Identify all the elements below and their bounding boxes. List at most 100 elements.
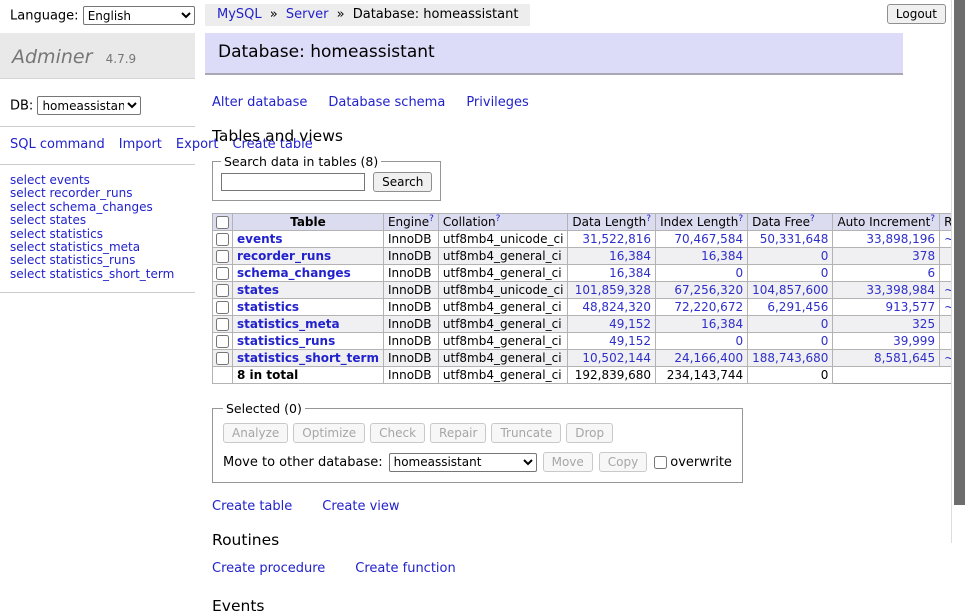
cell-data-length[interactable]: 10,502,144 bbox=[568, 350, 656, 367]
search-input[interactable] bbox=[221, 173, 365, 191]
sidebar-item-select-statistics[interactable]: select statistics bbox=[10, 228, 195, 241]
cell-data-free[interactable]: 0 bbox=[748, 333, 833, 350]
table-link-statistics-runs[interactable]: statistics_runs bbox=[237, 334, 335, 348]
cell-data-free[interactable]: 104,857,600 bbox=[748, 282, 833, 299]
row-checkbox-events[interactable] bbox=[216, 233, 229, 246]
cell-engine: InnoDB bbox=[383, 265, 438, 282]
help-link-data-free[interactable]: ? bbox=[810, 214, 815, 224]
sidebar-item-select-statistics-meta[interactable]: select statistics_meta bbox=[10, 241, 195, 254]
table-link-statistics-meta[interactable]: statistics_meta bbox=[237, 317, 340, 331]
cell-index-length[interactable]: 67,256,320 bbox=[656, 282, 748, 299]
cell-data-length[interactable]: 48,824,320 bbox=[568, 299, 656, 316]
cell-collation: utf8mb4_unicode_ci bbox=[438, 231, 568, 248]
cell-data-length[interactable]: 16,384 bbox=[568, 265, 656, 282]
table-link-recorder-runs[interactable]: recorder_runs bbox=[237, 249, 331, 263]
sidebar-action-import[interactable]: Import bbox=[119, 137, 162, 152]
main-content: MySQL » Server » Database: homeassistant… bbox=[195, 0, 951, 615]
cell-data-length[interactable]: 16,384 bbox=[568, 248, 656, 265]
sidebar-action-sql-command[interactable]: SQL command bbox=[10, 137, 105, 152]
row-checkbox-schema-changes[interactable] bbox=[216, 267, 229, 280]
events-heading: Events bbox=[212, 597, 951, 615]
cell-data-free[interactable]: 0 bbox=[748, 248, 833, 265]
cell-index-length[interactable]: 16,384 bbox=[656, 248, 748, 265]
row-checkbox-recorder-runs[interactable] bbox=[216, 250, 229, 263]
cell-auto-increment[interactable]: 8,581,645 bbox=[833, 350, 940, 367]
table-link-states[interactable]: states bbox=[237, 283, 279, 297]
cell-data-length[interactable]: 31,522,816 bbox=[568, 231, 656, 248]
help-link-index-length[interactable]: ? bbox=[738, 214, 743, 224]
table-row-statistics-runs: statistics_runsInnoDButf8mb4_general_ci4… bbox=[213, 333, 966, 350]
routines-links-row: Create procedure Create function bbox=[212, 561, 951, 576]
cell-collation: utf8mb4_general_ci bbox=[438, 248, 568, 265]
cell-auto-increment[interactable]: 33,898,196 bbox=[833, 231, 940, 248]
cell-index-length[interactable]: 72,220,672 bbox=[656, 299, 748, 316]
row-checkbox-statistics-meta[interactable] bbox=[216, 318, 229, 331]
sidebar-table-links: select eventsselect recorder_runsselect … bbox=[10, 174, 195, 281]
cell-data-free[interactable]: 0 bbox=[748, 316, 833, 333]
cell-index-length[interactable]: 24,166,400 bbox=[656, 350, 748, 367]
cell-index-length[interactable]: 70,467,584 bbox=[656, 231, 748, 248]
row-checkbox-states[interactable] bbox=[216, 284, 229, 297]
help-link-data-length[interactable]: ? bbox=[646, 214, 651, 224]
toolbar-link-database-schema[interactable]: Database schema bbox=[328, 95, 445, 110]
table-link-events[interactable]: events bbox=[237, 232, 283, 246]
row-checkbox-statistics[interactable] bbox=[216, 301, 229, 314]
row-checkbox-statistics-short-term[interactable] bbox=[216, 352, 229, 365]
sidebar-item-select-statistics-short-term[interactable]: select statistics_short_term bbox=[10, 268, 195, 281]
cell-index-length[interactable]: 0 bbox=[656, 333, 748, 350]
language-select[interactable]: English bbox=[83, 6, 195, 25]
logout-button[interactable]: Logout bbox=[887, 4, 946, 24]
row-checkbox-statistics-runs[interactable] bbox=[216, 335, 229, 348]
breadcrumb-item-server[interactable]: Server bbox=[286, 7, 329, 22]
breadcrumb-item-mysql[interactable]: MySQL bbox=[217, 7, 262, 22]
action-button-check: Check bbox=[370, 423, 425, 443]
db-select[interactable]: homeassistant bbox=[37, 96, 141, 115]
scrollbar-thumb[interactable] bbox=[954, 0, 965, 505]
sidebar-item-select-states[interactable]: select states bbox=[10, 214, 195, 227]
column-header-data-length: Data Length? bbox=[568, 214, 656, 231]
vertical-scrollbar[interactable] bbox=[951, 0, 966, 543]
toolbar-links: Alter database Database schema Privileges bbox=[212, 95, 951, 110]
column-header-collation: Collation? bbox=[438, 214, 568, 231]
cell-data-length[interactable]: 101,859,328 bbox=[568, 282, 656, 299]
table-link-schema-changes[interactable]: schema_changes bbox=[237, 266, 351, 280]
cell-data-free[interactable]: 6,291,456 bbox=[748, 299, 833, 316]
app-header: Adminer 4.7.9 bbox=[0, 33, 195, 79]
link-create-procedure[interactable]: Create procedure bbox=[212, 561, 325, 576]
sidebar-item-select-statistics-runs[interactable]: select statistics_runs bbox=[10, 254, 195, 267]
move-db-select[interactable]: homeassistant bbox=[389, 453, 537, 472]
header-checkbox-cell bbox=[213, 214, 233, 231]
sidebar-item-select-recorder-runs[interactable]: select recorder_runs bbox=[10, 187, 195, 200]
sidebar-item-select-events[interactable]: select events bbox=[10, 174, 195, 187]
link-create-table[interactable]: Create table bbox=[212, 499, 292, 514]
cell-index-length[interactable]: 16,384 bbox=[656, 316, 748, 333]
toolbar-link-alter-database[interactable]: Alter database bbox=[212, 95, 307, 110]
table-link-statistics[interactable]: statistics bbox=[237, 300, 299, 314]
cell-data-length[interactable]: 49,152 bbox=[568, 316, 656, 333]
cell-auto-increment[interactable]: 325 bbox=[833, 316, 940, 333]
cell-index-length[interactable]: 0 bbox=[656, 265, 748, 282]
help-link-collation[interactable]: ? bbox=[496, 214, 501, 224]
link-create-view[interactable]: Create view bbox=[322, 499, 399, 514]
cell-auto-increment[interactable]: 33,398,984 bbox=[833, 282, 940, 299]
cell-data-free[interactable]: 188,743,680 bbox=[748, 350, 833, 367]
select-all-checkbox[interactable] bbox=[216, 216, 229, 229]
overwrite-checkbox[interactable] bbox=[654, 456, 667, 469]
toolbar-link-privileges[interactable]: Privileges bbox=[466, 95, 529, 110]
link-create-function[interactable]: Create function bbox=[355, 561, 455, 576]
selected-fieldset: Selected (0) AnalyzeOptimizeCheckRepairT… bbox=[212, 401, 743, 483]
cell-collation: utf8mb4_general_ci bbox=[438, 299, 568, 316]
cell-data-free[interactable]: 0 bbox=[748, 265, 833, 282]
table-link-statistics-short-term[interactable]: statistics_short_term bbox=[237, 351, 379, 365]
selected-buttons-row: AnalyzeOptimizeCheckRepairTruncateDrop bbox=[223, 423, 732, 443]
cell-auto-increment[interactable]: 6 bbox=[833, 265, 940, 282]
cell-auto-increment[interactable]: 39,999 bbox=[833, 333, 940, 350]
sidebar-item-select-schema-changes[interactable]: select schema_changes bbox=[10, 201, 195, 214]
search-button[interactable]: Search bbox=[373, 172, 432, 192]
help-link-engine[interactable]: ? bbox=[429, 214, 434, 224]
help-link-auto-increment[interactable]: ? bbox=[930, 214, 935, 224]
cell-data-length[interactable]: 49,152 bbox=[568, 333, 656, 350]
cell-data-free[interactable]: 50,331,648 bbox=[748, 231, 833, 248]
cell-auto-increment[interactable]: 378 bbox=[833, 248, 940, 265]
cell-auto-increment[interactable]: 913,577 bbox=[833, 299, 940, 316]
